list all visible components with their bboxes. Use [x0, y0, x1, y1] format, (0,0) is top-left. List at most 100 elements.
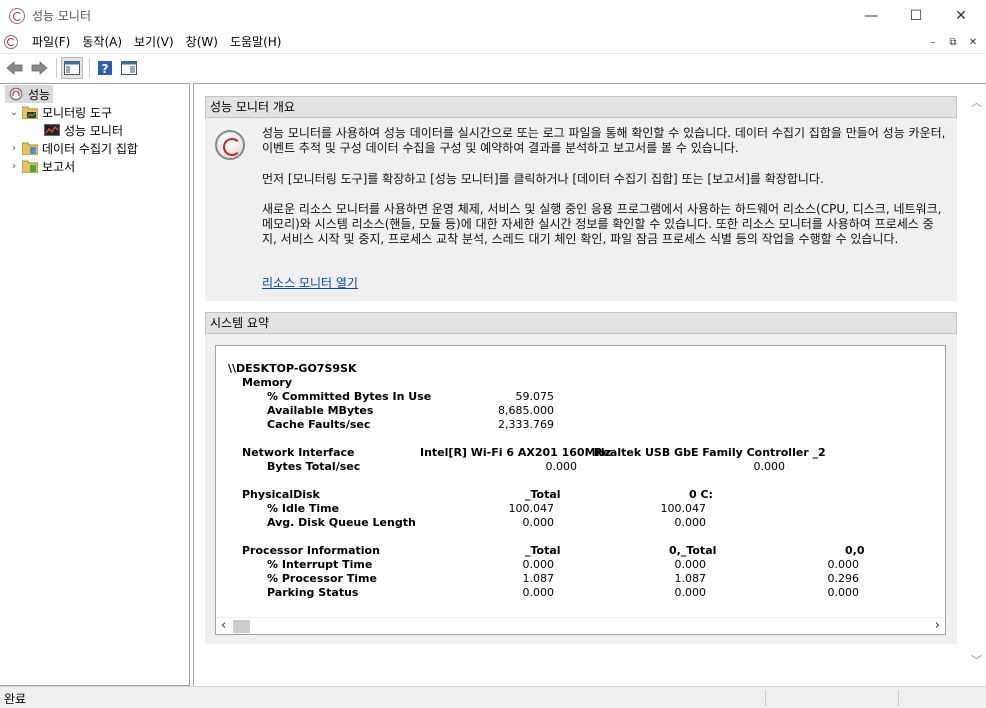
tree-label-performance-monitor: 성능 모니터 [64, 123, 124, 138]
overview-section-body: 성능 모니터를 사용하여 성능 데이터를 실시간으로 또는 로그 파일을 통해 … [205, 118, 957, 301]
disk-title: PhysicalDisk [242, 488, 320, 501]
counter-label: % Processor Time [267, 572, 377, 585]
toolbar-separator [89, 58, 90, 78]
counter-value: 0.296 [827, 572, 860, 585]
overview-paragraph-2: 먼저 [모니터링 도구]를 확장하고 [성능 모니터]를 클릭하거나 [데이터 … [262, 172, 824, 186]
overview-title: 성능 모니터 개요 [210, 100, 295, 114]
counter-value: 1.087 [674, 572, 707, 585]
counter-value: 100.047 [660, 502, 707, 515]
network-title: Network Interface [242, 446, 355, 459]
collapsed-chevron-icon[interactable]: › [8, 143, 20, 154]
scroll-thumb[interactable] [233, 620, 250, 633]
minimize-icon: — [864, 7, 878, 24]
menu-help[interactable]: 도움말(H) [224, 31, 288, 53]
summary-section-header[interactable]: 시스템 요약 [205, 312, 957, 334]
counter-label: % Idle Time [267, 502, 340, 515]
memory-title: Memory [242, 376, 293, 389]
toolbar: ? [0, 53, 986, 82]
counter-value: 0.000 [753, 460, 786, 473]
tree-item-data-collector-sets[interactable]: › 데이터 수집기 집합 [8, 139, 138, 157]
network-col-2: Realtek USB GbE Family Controller _2 [594, 446, 826, 459]
counter-value: 59.075 [515, 390, 555, 403]
properties-button[interactable] [118, 57, 140, 79]
reports-icon [22, 160, 38, 173]
status-cell [765, 690, 895, 706]
monitoring-tools-folder-icon [22, 106, 38, 119]
tree-label-monitoring-tools: 모니터링 도구 [42, 105, 113, 120]
overview-paragraph-1: 성능 모니터를 사용하여 성능 데이터를 실시간으로 또는 로그 파일을 통해 … [262, 126, 946, 155]
host-name: \\DESKTOP-GO7S9SK [228, 362, 357, 375]
counter-label: Avg. Disk Queue Length [267, 516, 416, 529]
show-hide-tree-button[interactable] [61, 57, 83, 79]
navigation-tree: 성능 ⌄ 모니터링 도구 성능 모니터 › 데이터 수집기 집합 › 보고서 [0, 83, 190, 686]
svg-text:?: ? [102, 62, 109, 76]
window-title: 성능 모니터 [32, 9, 92, 23]
show-hide-tree-icon [64, 61, 80, 75]
menu-file[interactable]: 파일(F) [26, 31, 76, 53]
counter-label: % Committed Bytes In Use [267, 390, 432, 403]
open-resource-monitor-link[interactable]: 리소스 모니터 열기 [262, 276, 358, 290]
horizontal-scrollbar[interactable]: ‹ › [216, 617, 945, 634]
counter-value: 1.087 [522, 572, 555, 585]
performance-icon [9, 87, 23, 101]
tree-item-performance[interactable]: 성능 [5, 85, 54, 103]
scroll-left-icon[interactable]: ‹ [221, 618, 226, 633]
counter-label: Available MBytes [267, 404, 374, 417]
scroll-down-icon[interactable]: ﹀ [971, 652, 982, 668]
counter-value: 100.047 [508, 502, 555, 515]
mdi-restore-button[interactable]: ⧉ [944, 34, 962, 50]
tree-item-performance-monitor[interactable]: 성능 모니터 [44, 121, 123, 139]
perfmon-app-icon[interactable] [9, 7, 25, 24]
counter-value: 0.000 [545, 460, 578, 473]
counter-value: 0.000 [522, 516, 555, 529]
mdi-minimize-button[interactable]: – [924, 34, 942, 50]
back-arrow-icon [6, 61, 23, 75]
status-bar: 완료 [0, 686, 986, 708]
counter-value: 2,333.769 [498, 418, 554, 431]
menu-action[interactable]: 동작(A) [76, 31, 128, 53]
close-button[interactable]: ✕ [938, 0, 984, 31]
counter-value: 0.000 [674, 586, 707, 599]
forward-button[interactable] [28, 57, 50, 79]
performance-monitor-large-icon [215, 130, 245, 160]
tree-label-reports: 보고서 [42, 159, 76, 174]
processor-col-1: _Total [525, 544, 561, 557]
help-icon: ? [98, 61, 112, 76]
menu-view[interactable]: 보기(V) [128, 31, 180, 53]
mdi-close-button[interactable]: ✕ [964, 34, 982, 50]
status-cell [898, 690, 986, 706]
tree-item-reports[interactable]: › 보고서 [8, 157, 75, 175]
counter-label: Bytes Total/sec [267, 460, 361, 473]
close-icon: ✕ [955, 7, 967, 24]
back-button[interactable] [4, 57, 26, 79]
menu-window[interactable]: 창(W) [180, 31, 224, 53]
collapsed-chevron-icon[interactable]: › [8, 161, 20, 172]
tree-label-performance: 성능 [28, 87, 51, 102]
overview-section-header[interactable]: 성능 모니터 개요 [205, 96, 957, 118]
processor-col-3: 0,0 [845, 544, 865, 557]
counter-label: % Interrupt Time [267, 558, 373, 571]
system-summary-box: \\DESKTOP-GO7S9SK Memory % Committed Byt… [215, 345, 946, 635]
minimize-button[interactable]: — [848, 0, 894, 31]
counter-value: 0.000 [827, 586, 860, 599]
counter-value: 0.000 [522, 558, 555, 571]
help-button[interactable]: ? [94, 57, 116, 79]
scroll-right-icon[interactable]: › [935, 618, 940, 633]
maximize-button[interactable]: ☐ [893, 0, 939, 31]
maximize-icon: ☐ [909, 7, 923, 24]
counter-value: 0.000 [674, 558, 707, 571]
counter-label: Parking Status [267, 586, 359, 599]
system-menu-icon[interactable] [4, 35, 18, 49]
properties-icon [121, 61, 137, 75]
menu-bar: 파일(F) 동작(A) 보기(V) 창(W) 도움말(H) – ⧉ ✕ [0, 31, 986, 53]
processor-col-2: 0,_Total [669, 544, 717, 557]
forward-arrow-icon [31, 61, 48, 75]
disk-col-2: 0 C: [689, 488, 713, 501]
disk-col-1: _Total [525, 488, 561, 501]
tree-item-monitoring-tools[interactable]: ⌄ 모니터링 도구 [8, 103, 112, 121]
status-text: 완료 [4, 692, 27, 706]
scroll-up-icon[interactable]: ︿ [971, 94, 982, 110]
counter-value: 0.000 [522, 586, 555, 599]
expanded-chevron-icon[interactable]: ⌄ [8, 107, 20, 118]
network-col-1: Intel[R] Wi-Fi 6 AX201 160MHz [420, 446, 612, 459]
